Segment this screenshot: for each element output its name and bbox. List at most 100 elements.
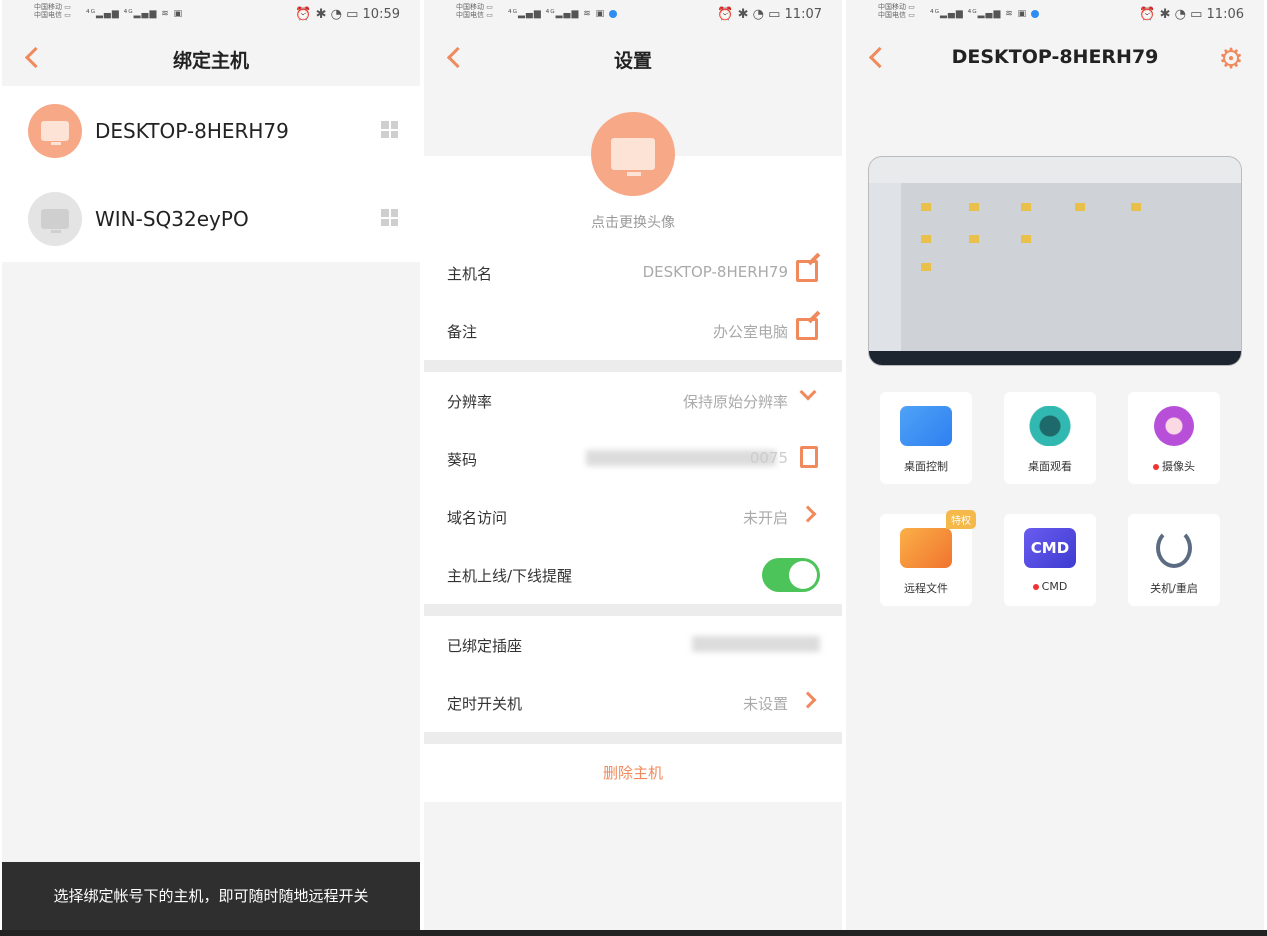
divider — [424, 360, 842, 372]
monitor-icon — [611, 138, 655, 176]
tile-label: CMD — [1004, 580, 1096, 593]
row-label: 定时开关机 — [447, 695, 523, 713]
tile-label: 摄像头 — [1128, 458, 1220, 474]
host-avatar — [28, 192, 82, 246]
redacted-value — [586, 450, 776, 466]
row-label: 已绑定插座 — [447, 637, 523, 655]
chevron-down-icon[interactable] — [799, 383, 817, 401]
status-time: 11:06 — [1206, 7, 1244, 22]
nav-bar: 设置 — [424, 32, 842, 86]
row-value: 未设置 — [742, 695, 788, 713]
row-value: DESKTOP-8HERH79 — [642, 263, 788, 281]
nav-bar: 绑定主机 — [2, 32, 420, 86]
status-bar: 中国移动 ▭ 中国电信 ▭ ⁴ᴳ▂▄▆ ⁴ᴳ▂▄▆ ≋ ▣ ⏰ ✱ ◔ ▭ 10:… — [2, 0, 420, 30]
folder-icon — [921, 203, 931, 211]
row-label: 主机上线/下线提醒 — [447, 567, 573, 585]
tile-desktop-control[interactable]: 桌面控制 — [880, 392, 972, 484]
row-socket[interactable]: 已绑定插座 — [424, 616, 842, 674]
tile-label: 关机/重启 — [1150, 582, 1198, 595]
chevron-right-icon[interactable] — [799, 505, 817, 523]
page-title: DESKTOP-8HERH79 — [951, 46, 1159, 68]
divider — [424, 732, 842, 744]
row-label: 分辨率 — [447, 393, 493, 411]
row-value: 0075 — [749, 449, 788, 467]
row-remark: 备注 办公室电脑 — [424, 302, 842, 360]
status-bar: 中国移动 ▭ 中国电信 ▭ ⁴ᴳ▂▄▆ ⁴ᴳ▂▄▆ ≋ ▣ ⏰ ✱ ◔ ▭ 11:… — [846, 0, 1264, 30]
folder-icon — [1021, 235, 1031, 243]
row-domain[interactable]: 域名访问 未开启 — [424, 488, 842, 546]
tile-remote-files[interactable]: 特权 远程文件 — [880, 510, 976, 606]
bottom-border — [0, 930, 1267, 936]
folder-icon — [900, 528, 952, 568]
folder-icon — [921, 235, 931, 243]
row-resolution[interactable]: 分辨率 保持原始分辨率 — [424, 372, 842, 430]
desktop-preview[interactable] — [868, 156, 1242, 366]
folder-icon — [969, 203, 979, 211]
status-right: ⏰ ✱ ◔ ▭ 11:07 — [717, 7, 822, 22]
host-avatar-large[interactable] — [591, 112, 675, 196]
monitor-icon — [41, 121, 69, 145]
folder-icon — [1075, 203, 1085, 211]
row-notify: 主机上线/下线提醒 — [424, 546, 842, 604]
gear-icon[interactable]: ⚙ — [1216, 44, 1246, 74]
screens: 中国移动 ▭ 中国电信 ▭ ⁴ᴳ▂▄▆ ⁴ᴳ▂▄▆ ≋ ▣ ⏰ ✱ ◔ ▭ 10:… — [0, 0, 1267, 936]
status-right: ⏰ ✱ ◔ ▭ 10:59 — [295, 7, 400, 22]
tile-camera[interactable]: 摄像头 — [1128, 392, 1220, 484]
page-title: 设置 — [613, 50, 652, 72]
row-schedule[interactable]: 定时开关机 未设置 — [424, 674, 842, 732]
host-name: WIN-SQ32eyPO — [95, 207, 249, 231]
row-label: 备注 — [447, 323, 478, 341]
toast-message: 选择绑定帐号下的主机，即可随时随地远程开关 — [2, 862, 420, 930]
preview-toolbar — [869, 157, 1241, 183]
delete-host-button[interactable]: 删除主机 — [424, 744, 842, 802]
status-dot — [1153, 464, 1159, 470]
host-name: DESKTOP-8HERH79 — [95, 119, 289, 143]
signal-icon: ⁴ᴳ▂▄▆ ⁴ᴳ▂▄▆ ≋ ▣ — [930, 9, 1040, 19]
carrier-info: 中国移动 ▭ 中国电信 ▭ — [456, 3, 493, 19]
status-time: 10:59 — [362, 7, 400, 22]
page-title: 绑定主机 — [172, 50, 249, 72]
tile-label: 桌面观看 — [1028, 460, 1072, 473]
tile-label: 远程文件 — [904, 582, 948, 595]
monitor-icon — [41, 209, 69, 233]
nav-bar: DESKTOP-8HERH79 ⚙ — [846, 32, 1264, 86]
chevron-right-icon[interactable] — [799, 691, 817, 709]
eye-icon — [1024, 406, 1076, 446]
notify-toggle[interactable] — [762, 558, 820, 592]
host-avatar — [28, 104, 82, 158]
row-label: 域名访问 — [447, 509, 508, 527]
carrier-info: 中国移动 ▭ 中国电信 ▭ — [34, 3, 71, 19]
row-hostname: 主机名 DESKTOP-8HERH79 — [424, 244, 842, 302]
folder-icon — [1021, 203, 1031, 211]
camera-icon — [1154, 406, 1194, 446]
tile-label: 桌面控制 — [904, 460, 948, 473]
copy-icon[interactable] — [800, 446, 818, 468]
signal-icon: ⁴ᴳ▂▄▆ ⁴ᴳ▂▄▆ ≋ ▣ — [508, 9, 618, 19]
bind-host-screen: 中国移动 ▭ 中国电信 ▭ ⁴ᴳ▂▄▆ ⁴ᴳ▂▄▆ ≋ ▣ ⏰ ✱ ◔ ▭ 10:… — [2, 0, 420, 930]
power-icon — [1156, 528, 1192, 568]
tile-desktop-view[interactable]: 桌面观看 — [1004, 392, 1096, 484]
folder-icon — [921, 263, 931, 271]
host-item[interactable]: WIN-SQ32eyPO — [2, 174, 420, 262]
carrier-info: 中国移动 ▭ 中国电信 ▭ — [878, 3, 915, 19]
status-time: 11:07 — [784, 7, 822, 22]
row-value: 保持原始分辨率 — [682, 393, 788, 411]
tile-power[interactable]: 关机/重启 — [1128, 514, 1220, 606]
host-item[interactable]: DESKTOP-8HERH79 — [2, 86, 420, 174]
status-right: ⏰ ✱ ◔ ▭ 11:06 — [1139, 7, 1244, 22]
preview-sidebar — [869, 183, 901, 351]
edit-icon[interactable] — [796, 318, 818, 340]
folder-icon — [1131, 203, 1141, 211]
change-avatar-hint: 点击更换头像 — [591, 215, 675, 231]
host-detail-screen: 中国移动 ▭ 中国电信 ▭ ⁴ᴳ▂▄▆ ⁴ᴳ▂▄▆ ≋ ▣ ⏰ ✱ ◔ ▭ 11:… — [846, 0, 1264, 930]
divider — [424, 604, 842, 616]
row-value: 未开启 — [742, 509, 788, 527]
redacted-value — [692, 636, 820, 652]
row-value: 办公室电脑 — [712, 323, 788, 341]
host-list: DESKTOP-8HERH79 WIN-SQ32eyPO — [2, 86, 420, 262]
settings-screen: 中国移动 ▭ 中国电信 ▭ ⁴ᴳ▂▄▆ ⁴ᴳ▂▄▆ ≋ ▣ ⏰ ✱ ◔ ▭ 11:… — [424, 0, 842, 930]
edit-icon[interactable] — [796, 260, 818, 282]
tile-cmd[interactable]: CMD CMD — [1004, 514, 1096, 606]
row-label: 主机名 — [447, 265, 493, 283]
signal-icon: ⁴ᴳ▂▄▆ ⁴ᴳ▂▄▆ ≋ ▣ — [86, 9, 184, 19]
